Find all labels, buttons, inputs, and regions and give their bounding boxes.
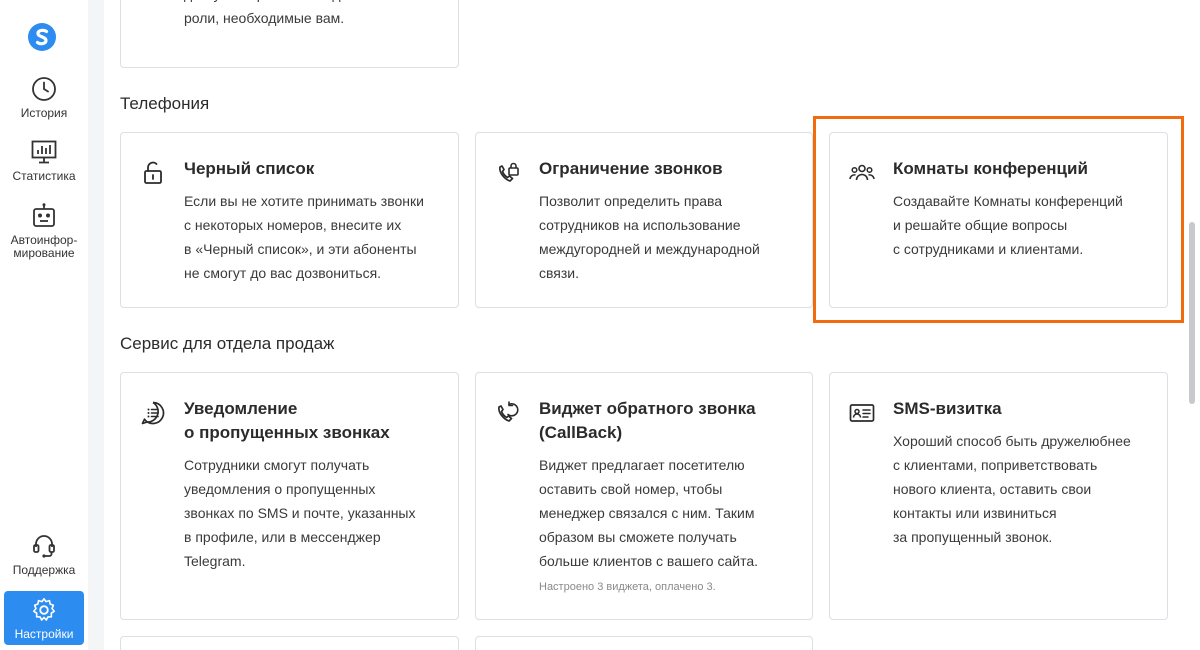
settings-content: доступных ролей и создать новые роли, не… bbox=[104, 0, 1184, 650]
scrollbar[interactable] bbox=[1184, 0, 1200, 650]
app-window: История Статистика Автоинфор- мирование bbox=[0, 0, 1200, 650]
card-sms-card[interactable]: SMS-визитка Хороший способ быть дружелюб… bbox=[829, 372, 1168, 620]
logo-icon[interactable] bbox=[27, 22, 57, 52]
roles-card[interactable]: доступных ролей и создать новые роли, не… bbox=[120, 0, 459, 68]
sidebar-item-label: Настройки bbox=[14, 627, 74, 641]
section-title-sales-service: Сервис для отдела продаж bbox=[120, 334, 335, 353]
card-callback-widget[interactable]: Виджет обратного звонка (CallBack) Видже… bbox=[475, 372, 813, 620]
card-description: Сотрудники смогут получать уведомления о… bbox=[184, 457, 416, 569]
card-missed-calls[interactable]: Уведомление о пропущенных звонках Сотруд… bbox=[120, 372, 459, 620]
sidebar: История Статистика Автоинфор- мирование bbox=[0, 0, 88, 650]
sidebar-item-autoinform[interactable]: Автоинфор- мирование bbox=[4, 202, 84, 260]
card-conference-rooms[interactable]: Комнаты конференций Создавайте Комнаты к… bbox=[829, 132, 1168, 308]
sidebar-item-history[interactable]: История bbox=[4, 75, 84, 120]
card-title: Виджет обратного звонка (CallBack) bbox=[539, 399, 756, 442]
sidebar-item-settings[interactable]: Настройки bbox=[4, 591, 84, 645]
card-partial[interactable] bbox=[475, 636, 813, 650]
card-description: Создавайте Комнаты конференций и решайте… bbox=[893, 193, 1123, 257]
card-description: Виджет предлагает посетителю оставить св… bbox=[539, 457, 759, 569]
card-title: SMS-визитка bbox=[893, 399, 1002, 418]
card-title: Комнаты конференций bbox=[893, 159, 1088, 178]
sidebar-item-label: Поддержка bbox=[12, 563, 76, 577]
scrollbar-thumb[interactable] bbox=[1189, 222, 1195, 404]
sidebar-item-label: Автоинфор- мирование bbox=[10, 233, 78, 260]
chat-list-icon bbox=[141, 401, 165, 425]
card-title: Черный список bbox=[184, 159, 315, 178]
clock-icon bbox=[32, 77, 56, 101]
robot-icon bbox=[33, 203, 55, 227]
lock-icon bbox=[144, 161, 162, 184]
sidebar-item-label: Статистика bbox=[12, 169, 76, 183]
people-icon bbox=[849, 164, 875, 181]
card-title: Ограничение звонков bbox=[539, 159, 723, 178]
phone-lock-icon bbox=[499, 162, 519, 182]
chart-icon bbox=[31, 140, 57, 164]
sidebar-item-statistics[interactable]: Статистика bbox=[4, 138, 84, 183]
card-description: Позволит определить права сотрудников на… bbox=[539, 193, 760, 281]
card-description: Если вы не хотите принимать звонки с нек… bbox=[184, 193, 424, 281]
headset-icon bbox=[33, 535, 55, 558]
sidebar-item-label: История bbox=[20, 106, 68, 120]
section-title-telephony: Телефония bbox=[120, 94, 210, 113]
widget-status-note: Настроено 3 виджета, оплачено 3. bbox=[539, 581, 716, 593]
card-description: доступных ролей и создать новые роли, не… bbox=[184, 0, 406, 26]
gear-icon bbox=[33, 598, 55, 621]
sidebar-item-support[interactable]: Поддержка bbox=[4, 532, 84, 577]
card-description: Хороший способ быть дружелюбнее с клиент… bbox=[893, 433, 1131, 545]
card-call-restriction[interactable]: Ограничение звонков Позволит определить … bbox=[475, 132, 813, 308]
id-card-icon bbox=[849, 404, 875, 422]
card-partial[interactable] bbox=[120, 636, 459, 650]
callback-icon bbox=[498, 401, 519, 422]
card-blacklist[interactable]: Черный список Если вы не хотите принимат… bbox=[120, 132, 459, 308]
card-title: Уведомление о пропущенных звонках bbox=[184, 399, 390, 442]
